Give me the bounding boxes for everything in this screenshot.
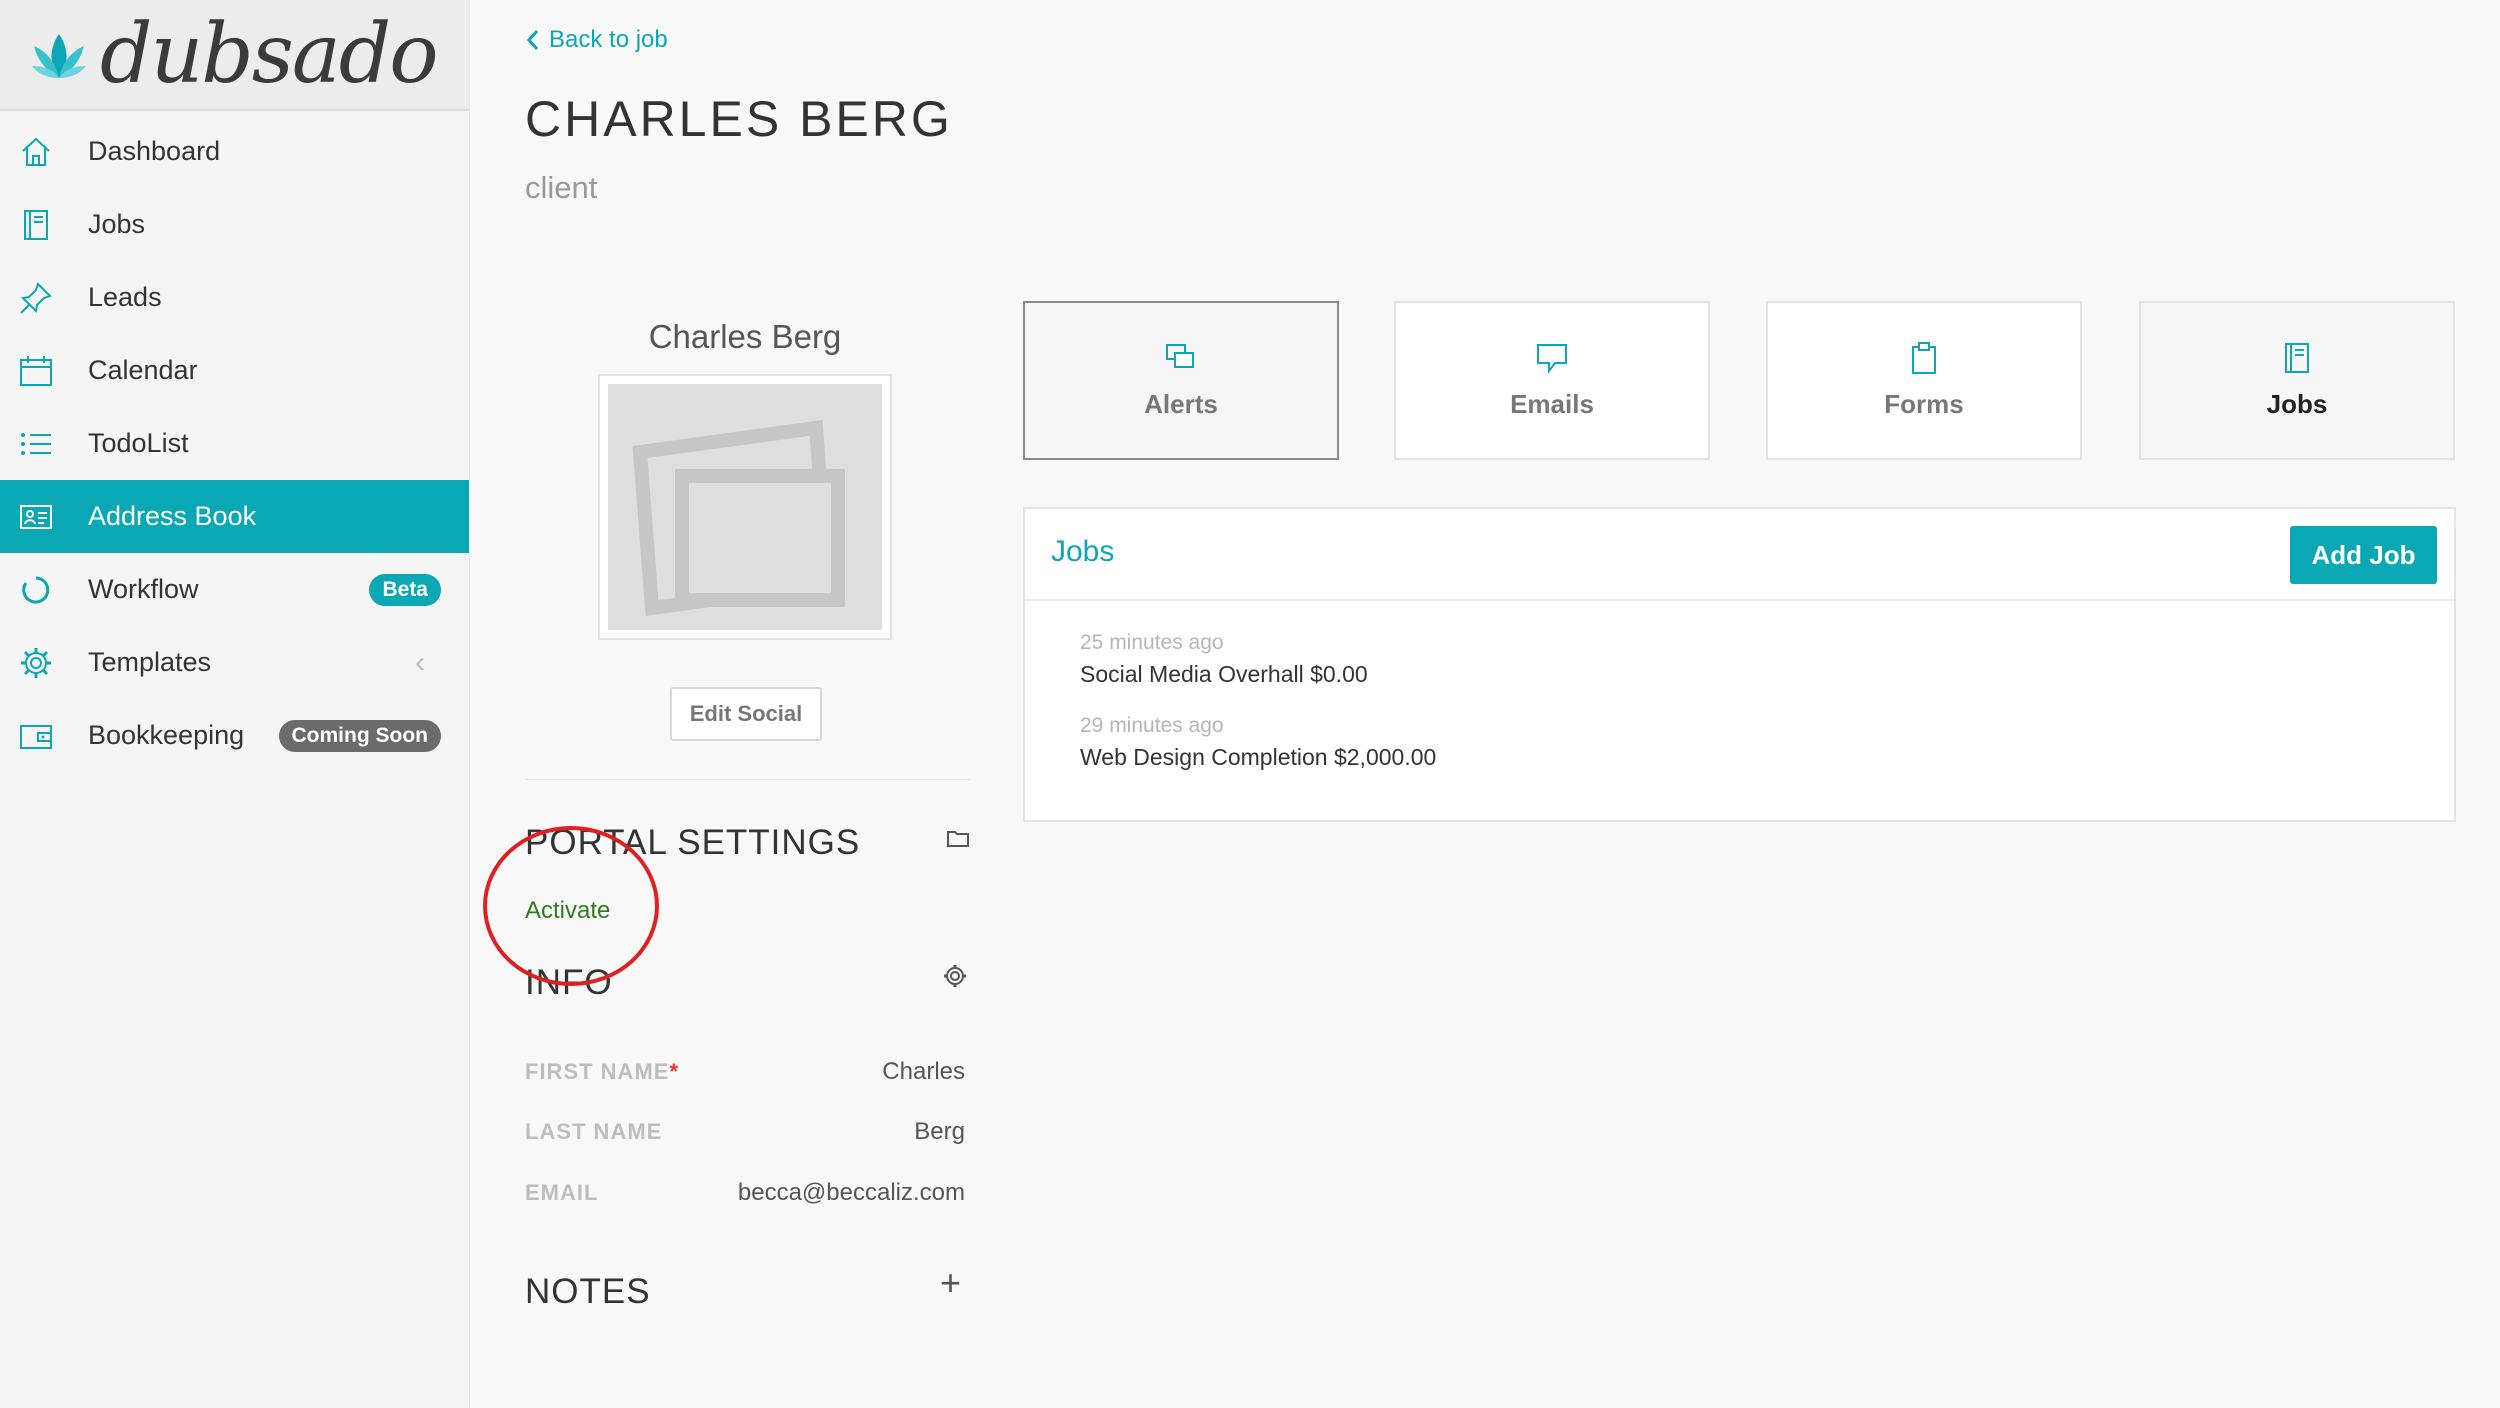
tab-alerts[interactable]: Alerts	[1023, 301, 1339, 460]
logo-text: dubsado	[100, 7, 439, 102]
coming-soon-badge: Coming Soon	[278, 719, 441, 752]
job-title[interactable]: Web Design Completion $2,000.00	[1080, 744, 1436, 771]
sidebar-item-jobs[interactable]: Jobs	[0, 188, 469, 261]
tab-forms[interactable]: Forms	[1766, 301, 2082, 460]
notebook-icon	[24, 209, 48, 240]
succulent-logo-icon	[32, 33, 86, 78]
image-placeholder-icon	[632, 420, 845, 616]
divider	[525, 779, 970, 780]
sidebar-item-templates[interactable]: Templates ‹	[0, 626, 469, 699]
first-name-value[interactable]: Charles	[882, 1058, 965, 1086]
list-item[interactable]: 25 minutes ago Social Media Overhall $0.…	[1080, 631, 1368, 688]
job-time: 25 minutes ago	[1080, 631, 1224, 654]
tab-label: Forms	[1884, 389, 1964, 419]
sidebar: dubsado Dashboard Jobs Leads Calendar To…	[0, 0, 470, 1408]
sidebar-item-leads[interactable]: Leads	[0, 261, 469, 334]
jobs-panel-header: Jobs Add Job	[1025, 509, 2454, 601]
wallet-icon	[20, 724, 52, 749]
beta-badge: Beta	[369, 573, 441, 606]
jobs-panel: Jobs Add Job 25 minutes ago Social Media…	[1023, 507, 2456, 822]
logo[interactable]: dubsado	[0, 0, 469, 111]
sidebar-item-todolist[interactable]: TodoList	[0, 407, 469, 480]
annotation-circle	[483, 826, 659, 986]
tab-jobs[interactable]: Jobs	[2139, 301, 2455, 460]
chevron-left-icon[interactable]: ‹	[415, 646, 425, 680]
calendar-icon	[20, 355, 52, 386]
sidebar-item-label: Templates	[88, 647, 212, 677]
sidebar-item-label: Dashboard	[88, 136, 221, 166]
job-time: 29 minutes ago	[1080, 714, 1224, 737]
tab-label: Jobs	[2266, 389, 2328, 419]
profile-name: Charles Berg	[648, 318, 842, 355]
sidebar-item-label: Bookkeeping	[88, 720, 245, 750]
contact-type: client	[525, 170, 598, 205]
pin-icon	[20, 281, 52, 314]
sidebar-nav: Dashboard Jobs Leads Calendar TodoList A…	[0, 115, 469, 772]
gear-icon	[21, 647, 51, 678]
alerts-icon	[1166, 344, 1194, 368]
tab-label: Emails	[1510, 389, 1594, 419]
list-icon	[21, 432, 51, 455]
jobs-panel-title: Jobs	[1051, 535, 1115, 568]
chat-bubble-icon	[1537, 344, 1567, 374]
sidebar-item-label: Calendar	[88, 355, 198, 385]
add-job-button[interactable]: Add Job	[2290, 526, 2437, 584]
gear-icon[interactable]	[942, 963, 968, 989]
last-name-label: LAST NAME	[525, 1119, 663, 1144]
tab-label: Alerts	[1144, 389, 1218, 419]
folder-icon[interactable]	[945, 825, 971, 851]
add-note-button[interactable]: +	[940, 1262, 961, 1304]
loop-icon	[22, 576, 50, 603]
last-name-value[interactable]: Berg	[914, 1118, 965, 1146]
back-to-job-link[interactable]: Back to job	[525, 26, 668, 54]
sidebar-item-label: Address Book	[88, 501, 257, 531]
sidebar-item-label: Leads	[88, 282, 162, 312]
email-value[interactable]: becca@beccaliz.com	[738, 1179, 965, 1207]
required-marker: *	[669, 1059, 680, 1084]
sidebar-item-dashboard[interactable]: Dashboard	[0, 115, 469, 188]
list-item[interactable]: 29 minutes ago Web Design Completion $2,…	[1080, 714, 1436, 771]
contact-card-icon	[20, 504, 52, 529]
tab-emails[interactable]: Emails	[1394, 301, 1710, 460]
sidebar-item-label: Workflow	[88, 574, 199, 604]
back-label: Back to job	[549, 26, 668, 53]
sidebar-item-label: Jobs	[88, 209, 146, 239]
sidebar-item-calendar[interactable]: Calendar	[0, 334, 469, 407]
edit-social-button[interactable]: Edit Social	[670, 687, 822, 741]
notebook-icon	[2285, 343, 2309, 373]
notes-title: NOTES	[525, 1272, 651, 1311]
first-name-label: FIRST NAME*	[525, 1059, 680, 1084]
chevron-left-icon	[526, 30, 539, 50]
clipboard-icon	[1912, 342, 1936, 374]
sidebar-item-address-book[interactable]: Address Book	[0, 480, 469, 553]
job-title[interactable]: Social Media Overhall $0.00	[1080, 661, 1368, 688]
home-icon	[22, 137, 50, 166]
page-title: CHARLES BERG	[525, 91, 953, 147]
email-label: EMAIL	[525, 1180, 599, 1205]
sidebar-item-bookkeeping[interactable]: Bookkeeping Coming Soon	[0, 699, 469, 772]
sidebar-item-label: TodoList	[88, 428, 189, 458]
sidebar-item-workflow[interactable]: Workflow Beta	[0, 553, 469, 626]
profile-photo[interactable]	[598, 374, 892, 640]
